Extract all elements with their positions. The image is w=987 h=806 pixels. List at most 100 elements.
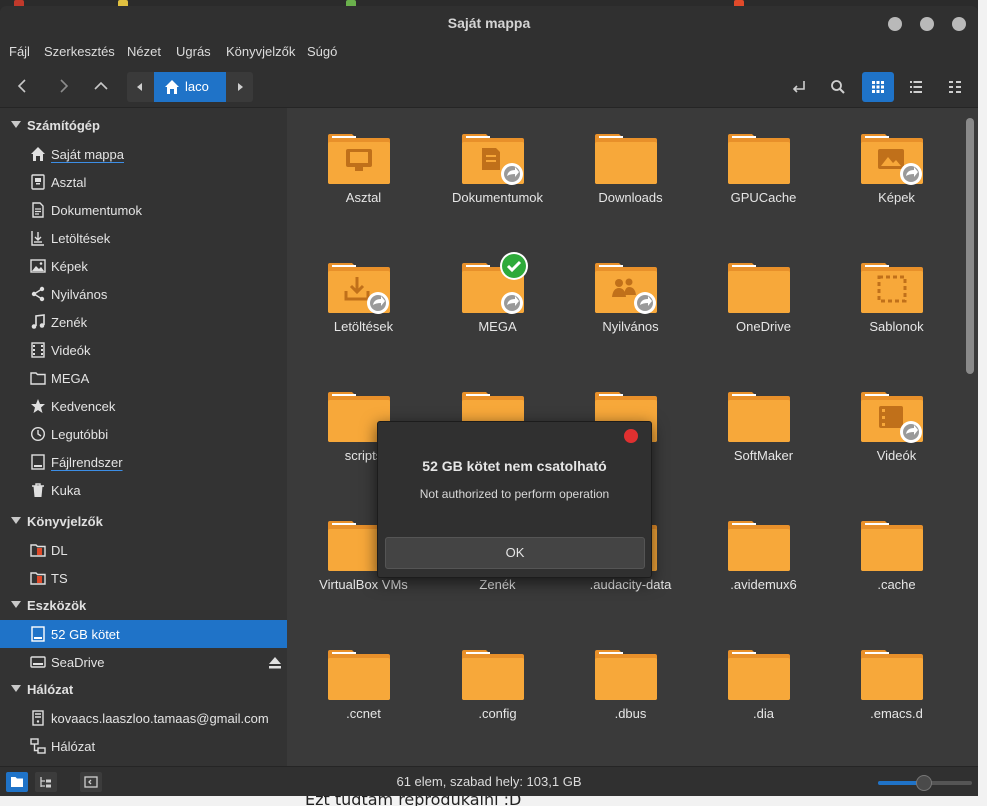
sidebar-item-label: Letöltések: [51, 231, 111, 246]
sidebar-item-videos[interactable]: Videók: [0, 336, 287, 364]
maximize-button[interactable]: [920, 17, 934, 31]
file-item-cache[interactable]: .cache: [825, 505, 958, 634]
file-item-nyilvanos[interactable]: Nyilvános: [559, 247, 692, 376]
sidebar-item-label: Kedvencek: [51, 399, 116, 414]
sidebar-item-recent[interactable]: Legutóbbi: [0, 420, 287, 448]
file-item-label: Letöltések: [333, 319, 394, 334]
file-item-videok[interactable]: Videók: [825, 376, 958, 505]
film-icon: [31, 342, 45, 358]
file-item-mega[interactable]: MEGA: [426, 247, 559, 376]
file-item-dokumentumok[interactable]: Dokumentumok: [426, 118, 559, 247]
window-title: Saját mappa: [447, 15, 531, 31]
file-item-asztal[interactable]: Asztal: [292, 118, 425, 247]
minimize-button[interactable]: [888, 17, 902, 31]
file-item-softmaker[interactable]: SoftMaker: [692, 376, 825, 505]
statusbar: 61 elem, szabad hely: 103,1 GB: [0, 766, 978, 796]
menu-bookmarks[interactable]: Könyvjelzők: [226, 44, 295, 59]
folder-templates-icon: [861, 263, 923, 313]
toggle-location-button[interactable]: [783, 72, 815, 102]
sidebar-item-public[interactable]: Nyilvános: [0, 280, 287, 308]
chevron-left-icon: [17, 79, 26, 93]
up-button[interactable]: [91, 76, 111, 96]
eject-icon[interactable]: [268, 656, 282, 670]
share-icon: [31, 286, 45, 302]
menu-file[interactable]: Fájl: [9, 44, 30, 59]
sidebar-item-mega[interactable]: MEGA: [0, 364, 287, 392]
trash-icon: [32, 483, 44, 497]
close-button[interactable]: [952, 17, 966, 31]
sidebar-item-pictures[interactable]: Képek: [0, 252, 287, 280]
file-item-letoltesek[interactable]: Letöltések: [292, 247, 425, 376]
sidebar-item-network-account[interactable]: kovaacs.laaszloo.tamaas@gmail.com: [0, 704, 287, 732]
section-title: Számítógép: [27, 118, 100, 133]
icon-view-button[interactable]: [862, 72, 894, 102]
sidebar-item-label: Fájlrendszer: [51, 455, 123, 470]
path-home-button[interactable]: laco: [154, 72, 226, 102]
sidebar-item-music[interactable]: Zenék: [0, 308, 287, 336]
return-arrow-icon: [792, 81, 805, 93]
sidebar-item-dl[interactable]: DL: [0, 536, 287, 564]
dialog-close-button[interactable]: [624, 429, 638, 443]
file-item-ccnet[interactable]: .ccnet: [292, 634, 425, 763]
file-item-onedrive[interactable]: OneDrive: [692, 247, 825, 376]
folder-desktop-icon: [328, 134, 390, 184]
sidebar-item-seadrive[interactable]: SeaDrive: [0, 648, 287, 676]
sidebar-item-desktop[interactable]: Asztal: [0, 168, 287, 196]
file-item-dia[interactable]: .dia: [692, 634, 825, 763]
sidebar-item-documents[interactable]: Dokumentumok: [0, 196, 287, 224]
music-note-icon: [31, 314, 45, 329]
file-item-kepek[interactable]: Képek: [825, 118, 958, 247]
section-title: Könyvjelzők: [27, 514, 103, 529]
sidebar-item-label: Saját mappa: [51, 147, 124, 162]
menu-view[interactable]: Nézet: [127, 44, 161, 59]
check-badge-icon: [500, 252, 528, 280]
file-item-emacs-d[interactable]: .emacs.d: [825, 634, 958, 763]
file-item-label: Nyilvános: [602, 319, 659, 334]
sidebar-item-52gb-volume[interactable]: 52 GB kötet: [0, 620, 287, 648]
menu-help[interactable]: Súgó: [307, 44, 337, 59]
menu-go[interactable]: Ugrás: [176, 44, 211, 59]
compact-view-button[interactable]: [939, 72, 971, 102]
home-icon: [31, 147, 45, 161]
sidebar-item-label: Zenék: [51, 315, 88, 330]
file-item-sablonok[interactable]: Sablonok: [825, 247, 958, 376]
file-item-gpucache[interactable]: GPUCache: [692, 118, 825, 247]
search-button[interactable]: [822, 72, 854, 102]
sidebar-item-trash[interactable]: Kuka: [0, 476, 287, 504]
forward-button[interactable]: [53, 76, 73, 96]
compact-list-icon: [949, 81, 961, 93]
sidebar-item-label: Videók: [51, 343, 91, 358]
sidebar-item-filesystem[interactable]: Fájlrendszer: [0, 448, 287, 476]
sidebar-section-network[interactable]: Hálózat: [0, 677, 287, 703]
sidebar-item-network[interactable]: Hálózat: [0, 732, 287, 760]
sidebar-section-devices[interactable]: Eszközök: [0, 593, 287, 619]
back-button[interactable]: [13, 76, 33, 96]
vertical-scrollbar[interactable]: [966, 118, 974, 374]
path-scroll-left-button[interactable]: [127, 72, 153, 102]
titlebar[interactable]: Saját mappa: [0, 6, 978, 40]
dialog-message: Not authorized to perform operation: [419, 487, 610, 501]
folder-icon: [861, 521, 923, 571]
zoom-slider-handle[interactable]: [916, 775, 932, 791]
file-item-dbus[interactable]: .dbus: [559, 634, 692, 763]
file-item-config[interactable]: .config: [426, 634, 559, 763]
dialog-ok-button[interactable]: OK: [385, 537, 645, 569]
drive-icon: [30, 656, 46, 668]
sidebar-section-bookmarks[interactable]: Könyvjelzők: [0, 509, 287, 535]
file-item-avidemux6[interactable]: .avidemux6: [692, 505, 825, 634]
sidebar-item-label: SeaDrive: [51, 655, 105, 670]
file-item-downloads[interactable]: Downloads: [559, 118, 692, 247]
triangle-left-icon: [137, 83, 142, 91]
sidebar-item-label: DL: [51, 543, 68, 558]
file-item-label: MEGA: [478, 319, 517, 334]
menu-edit[interactable]: Szerkesztés: [44, 44, 115, 59]
expander-down-icon: [11, 517, 21, 524]
sidebar-item-downloads[interactable]: Letöltések: [0, 224, 287, 252]
sidebar-item-home[interactable]: Saját mappa: [0, 140, 287, 168]
document-icon: [32, 202, 44, 218]
sidebar-section-computer[interactable]: Számítógép: [0, 113, 287, 139]
list-view-button[interactable]: [900, 72, 932, 102]
sidebar-item-favorites[interactable]: Kedvencek: [0, 392, 287, 420]
path-scroll-right-button[interactable]: [227, 72, 253, 102]
sidebar-item-ts[interactable]: TS: [0, 564, 287, 592]
